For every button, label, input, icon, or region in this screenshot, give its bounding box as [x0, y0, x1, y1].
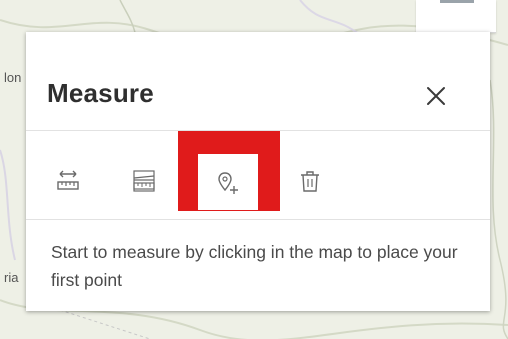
map-place-label: ria: [4, 270, 19, 285]
close-icon: [427, 87, 445, 105]
clear-measure-button[interactable]: [290, 161, 330, 201]
location-tool-button[interactable]: [198, 154, 258, 210]
measure-panel: Measure Start to measure by clicking in …: [26, 32, 490, 311]
measure-distance-button[interactable]: [48, 161, 88, 201]
instruction-text: Start to measure by clicking in the map …: [51, 242, 458, 290]
close-button[interactable]: [424, 84, 448, 108]
active-tool-highlight: [178, 131, 280, 211]
measure-area-icon: [133, 170, 155, 192]
measure-distance-icon: [57, 170, 79, 190]
map-widget-tab[interactable]: [416, 0, 496, 33]
location-pin-plus-icon: [218, 172, 238, 194]
measure-area-button[interactable]: [124, 161, 164, 201]
panel-title: Measure: [47, 78, 154, 108]
tab-indicator: [440, 0, 474, 3]
toolbar-divider: [26, 219, 490, 220]
map-place-label: lon: [4, 70, 22, 85]
trash-icon: [301, 171, 319, 192]
